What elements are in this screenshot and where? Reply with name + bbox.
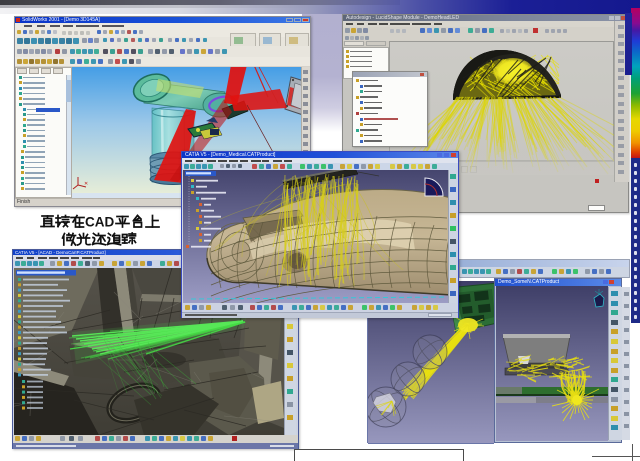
svg-text:CAD: CAD [85, 215, 114, 230]
svg-text:✕: ✕ [84, 181, 88, 187]
